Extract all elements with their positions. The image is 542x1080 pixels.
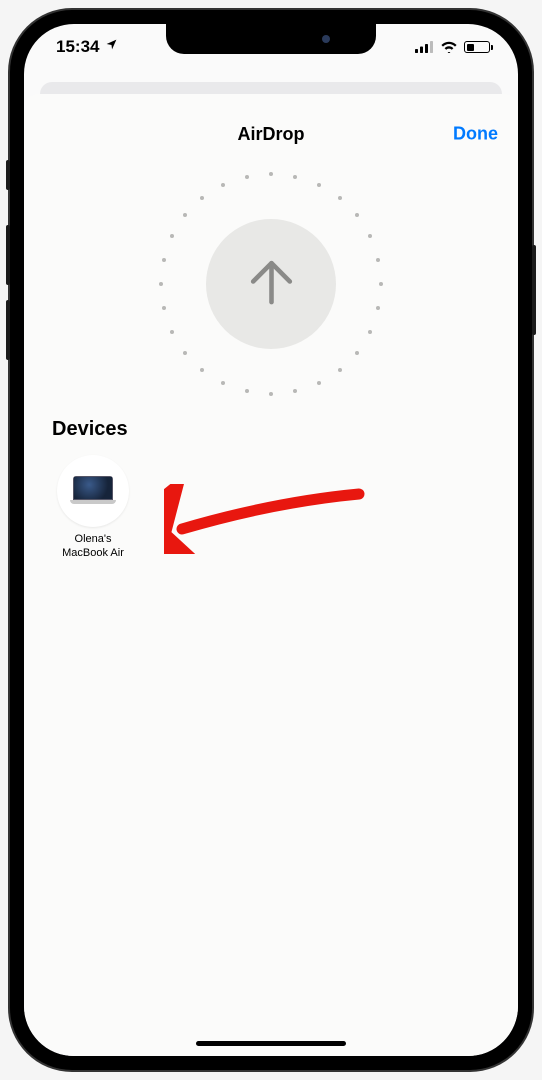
volume-down-button: [6, 300, 10, 360]
location-icon: [105, 38, 118, 54]
cellular-signal-icon: [415, 41, 434, 53]
radar-center-circle: [206, 219, 336, 349]
battery-icon: [464, 41, 490, 53]
phone-frame: 15:34: [10, 10, 532, 1070]
done-button[interactable]: Done: [453, 124, 498, 145]
device-label: Olena's MacBook Air: [62, 533, 124, 561]
radar-ring: [156, 169, 386, 399]
devices-list: Olena's MacBook Air: [24, 441, 518, 575]
macbook-icon: [70, 476, 116, 506]
home-indicator[interactable]: [196, 1041, 346, 1046]
sheet-header: AirDrop Done: [24, 114, 518, 154]
front-camera-icon: [322, 35, 330, 43]
arrow-up-icon: [244, 254, 299, 314]
airdrop-sheet: AirDrop Done Devices: [24, 94, 518, 1056]
wifi-icon: [440, 41, 458, 53]
devices-section-label: Devices: [24, 418, 518, 441]
notch: [166, 24, 376, 54]
sheet-title: AirDrop: [238, 124, 305, 145]
status-time: 15:34: [56, 37, 99, 57]
power-button: [532, 245, 536, 335]
airdrop-radar: [24, 154, 518, 414]
device-item[interactable]: Olena's MacBook Air: [52, 455, 134, 561]
screen: 15:34: [24, 24, 518, 1056]
volume-up-button: [6, 225, 10, 285]
device-avatar: [57, 455, 129, 527]
silence-switch: [6, 160, 10, 190]
